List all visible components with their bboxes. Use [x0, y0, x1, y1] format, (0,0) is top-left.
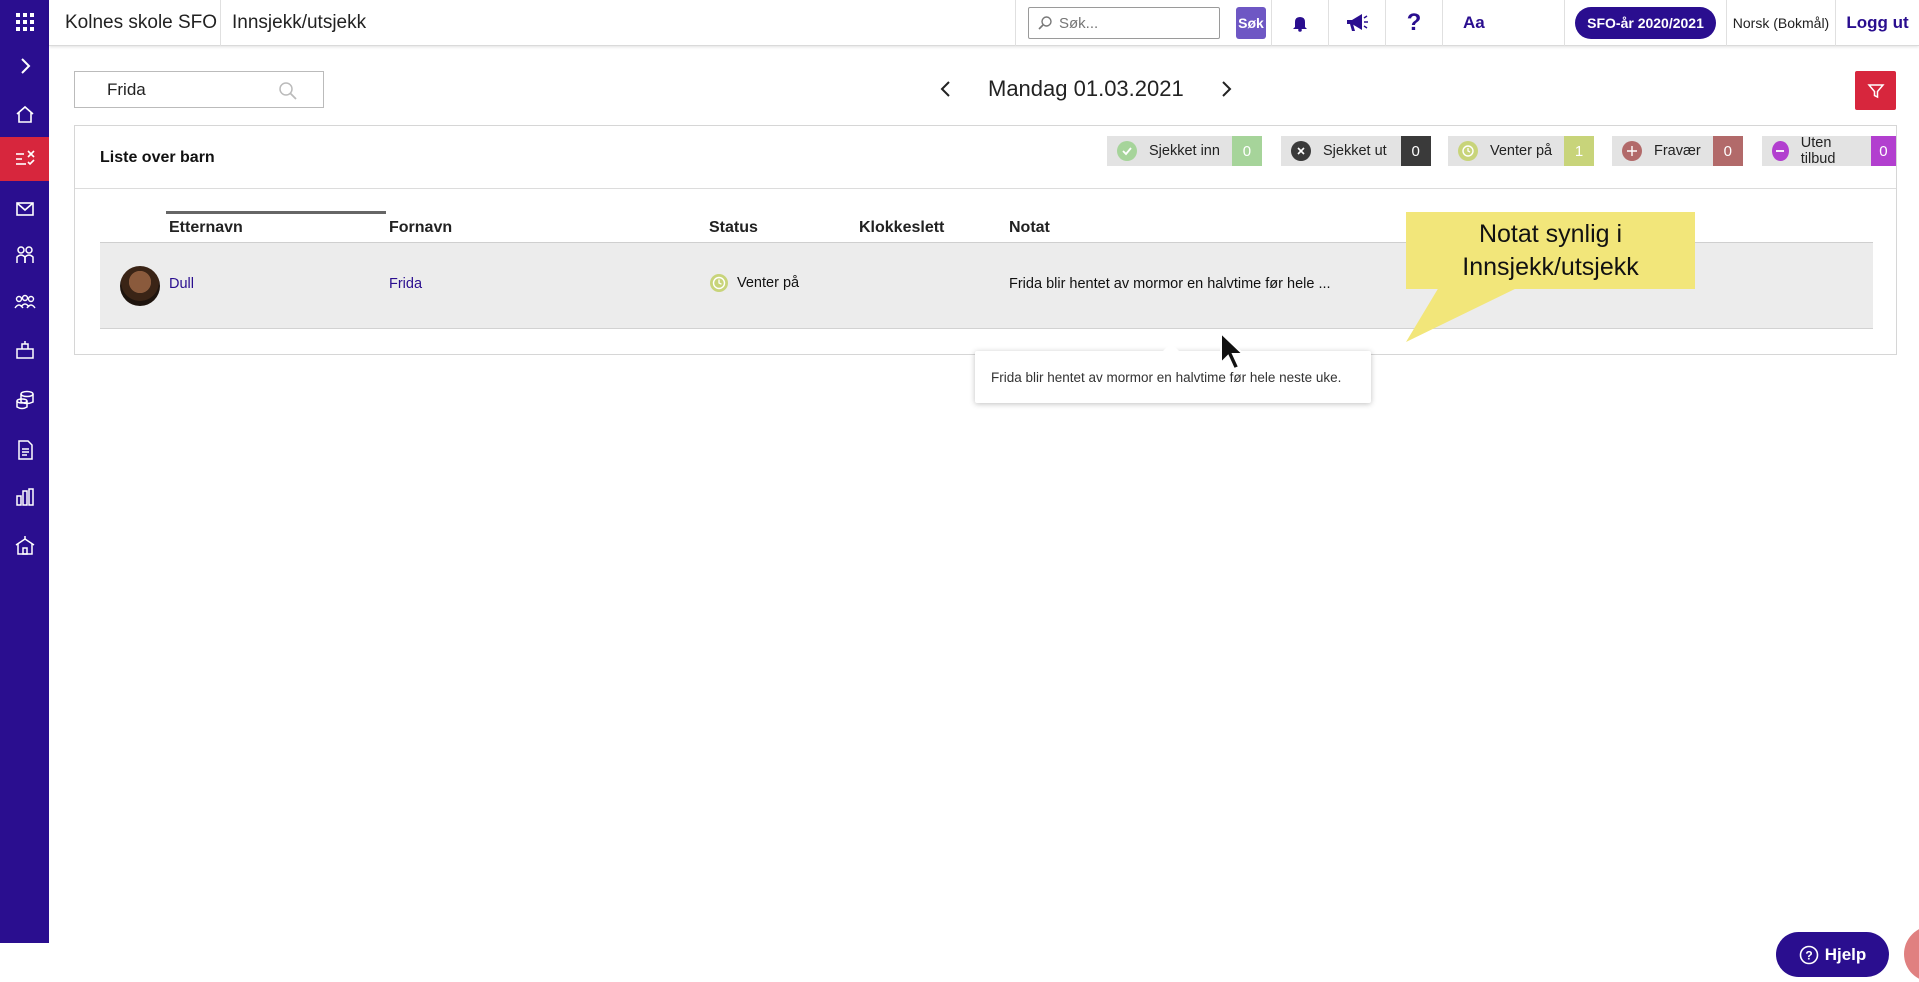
cell-fornavn[interactable]: Frida — [389, 276, 422, 292]
add-fab-button[interactable]: + — [1904, 926, 1919, 982]
badge-label: Uten tilbud — [1801, 135, 1859, 167]
bell-icon — [1291, 14, 1309, 32]
font-size-icon: Aa — [1463, 13, 1485, 33]
badge-label: Sjekket ut — [1323, 143, 1387, 159]
document-icon[interactable] — [0, 428, 49, 472]
sidebar — [0, 0, 49, 943]
font-size-button[interactable]: Aa — [1442, 0, 1564, 46]
callout-line-1: Notat synlig i — [1462, 218, 1638, 251]
check-in-out-icon[interactable] — [0, 137, 49, 181]
help-label: Hjelp — [1825, 945, 1867, 965]
payments-icon[interactable] — [0, 378, 49, 422]
column-fornavn[interactable]: Fornavn — [389, 219, 452, 237]
chevron-right-icon — [1219, 80, 1233, 98]
badge-no-offer[interactable]: Uten tilbud 0 — [1762, 136, 1896, 166]
child-search-value: Frida — [107, 80, 146, 100]
callout-line-2: Innsjekk/utsjekk — [1462, 251, 1638, 284]
question-mark-icon: ? — [1407, 9, 1422, 37]
next-day-button[interactable] — [1214, 77, 1238, 101]
mail-icon[interactable] — [0, 187, 49, 231]
filter-button[interactable] — [1855, 71, 1896, 110]
previous-day-button[interactable] — [934, 77, 958, 101]
minus-circle-icon — [1772, 141, 1789, 161]
main-content: Frida Mandag 01.03.2021 Liste over barn … — [49, 46, 1919, 943]
svg-text:?: ? — [1805, 948, 1812, 962]
badge-label: Fravær — [1654, 143, 1701, 159]
sfo-year-pill[interactable]: SFO-år 2020/2021 — [1575, 7, 1716, 39]
panel-title: Liste over barn — [100, 149, 215, 167]
child-search-input[interactable]: Frida — [74, 71, 324, 108]
global-search: Søk — [1015, 0, 1271, 46]
checkmark-icon — [1117, 141, 1137, 161]
app-title[interactable]: Kolnes skole SFO — [49, 0, 221, 46]
x-circle-icon — [1291, 141, 1311, 161]
annotation-callout: Notat synlig i Innsjekk/utsjekk — [1406, 212, 1695, 289]
column-klokkeslett[interactable]: Klokkeslett — [859, 219, 944, 237]
cell-status[interactable]: Venter på — [709, 273, 799, 293]
badge-count: 0 — [1232, 136, 1262, 166]
filter-funnel-icon — [1867, 82, 1885, 100]
current-date: Mandag 01.03.2021 — [988, 76, 1184, 102]
column-notat[interactable]: Notat — [1009, 219, 1050, 237]
help-circle-icon: ? — [1799, 945, 1819, 965]
badge-count: 1 — [1564, 136, 1594, 166]
expand-chevron-icon[interactable] — [0, 44, 49, 88]
panel-header: Liste over barn Sjekket inn 0 Sjekket ut… — [75, 126, 1896, 189]
apps-grid-icon[interactable] — [0, 0, 49, 44]
badge-label: Sjekket inn — [1149, 143, 1220, 159]
megaphone-icon — [1345, 12, 1369, 34]
badge-waiting[interactable]: Venter på 1 — [1448, 136, 1594, 166]
groups-icon[interactable] — [0, 280, 49, 324]
plus-circle-icon — [1622, 141, 1642, 161]
cell-etternavn[interactable]: Dull — [169, 276, 194, 292]
home-icon[interactable] — [0, 92, 49, 136]
activities-icon[interactable] — [0, 328, 49, 372]
note-tooltip: Frida blir hentet av mormor en halvtime … — [975, 351, 1371, 403]
page-title: Innsjekk/utsjekk — [221, 0, 366, 46]
help-button[interactable]: ? Hjelp — [1776, 932, 1889, 977]
column-etternavn[interactable]: Etternavn — [169, 219, 243, 237]
clock-icon — [1458, 141, 1478, 161]
badge-count: 0 — [1713, 136, 1743, 166]
date-navigator: Mandag 01.03.2021 — [934, 76, 1238, 102]
cell-notat[interactable]: Frida blir hentet av mormor en halvtime … — [1009, 276, 1331, 292]
badge-count: 0 — [1871, 136, 1896, 166]
column-status[interactable]: Status — [709, 219, 758, 237]
search-icon — [1037, 15, 1053, 31]
mouse-cursor-icon — [1219, 331, 1249, 373]
callout-tail — [1399, 287, 1519, 343]
badge-checked-out[interactable]: Sjekket ut 0 — [1281, 136, 1431, 166]
search-button[interactable]: Søk — [1236, 7, 1266, 39]
badge-label: Venter på — [1490, 143, 1552, 159]
top-bar: Kolnes skole SFO Innsjekk/utsjekk Søk ? … — [49, 0, 1919, 46]
badge-checked-in[interactable]: Sjekket inn 0 — [1107, 136, 1262, 166]
badge-absent[interactable]: Fravær 0 — [1612, 136, 1743, 166]
search-icon — [277, 80, 299, 102]
language-selector[interactable]: Norsk (Bokmål) — [1726, 0, 1835, 46]
announcements-button[interactable] — [1328, 0, 1385, 46]
notifications-button[interactable] — [1271, 0, 1328, 46]
reports-chart-icon[interactable] — [0, 475, 49, 519]
clock-icon — [709, 273, 729, 293]
chevron-left-icon — [939, 80, 953, 98]
year-selector: SFO-år 2020/2021 — [1564, 0, 1726, 46]
logout-link[interactable]: Logg ut — [1835, 0, 1919, 46]
badge-count: 0 — [1401, 136, 1431, 166]
global-search-input[interactable] — [1028, 7, 1220, 39]
children-icon[interactable] — [0, 233, 49, 277]
status-label: Venter på — [737, 275, 799, 291]
school-icon[interactable] — [0, 524, 49, 568]
help-question-button[interactable]: ? — [1385, 0, 1442, 46]
sort-indicator — [166, 211, 386, 214]
global-search-field[interactable] — [1059, 15, 1219, 32]
avatar — [120, 266, 160, 306]
